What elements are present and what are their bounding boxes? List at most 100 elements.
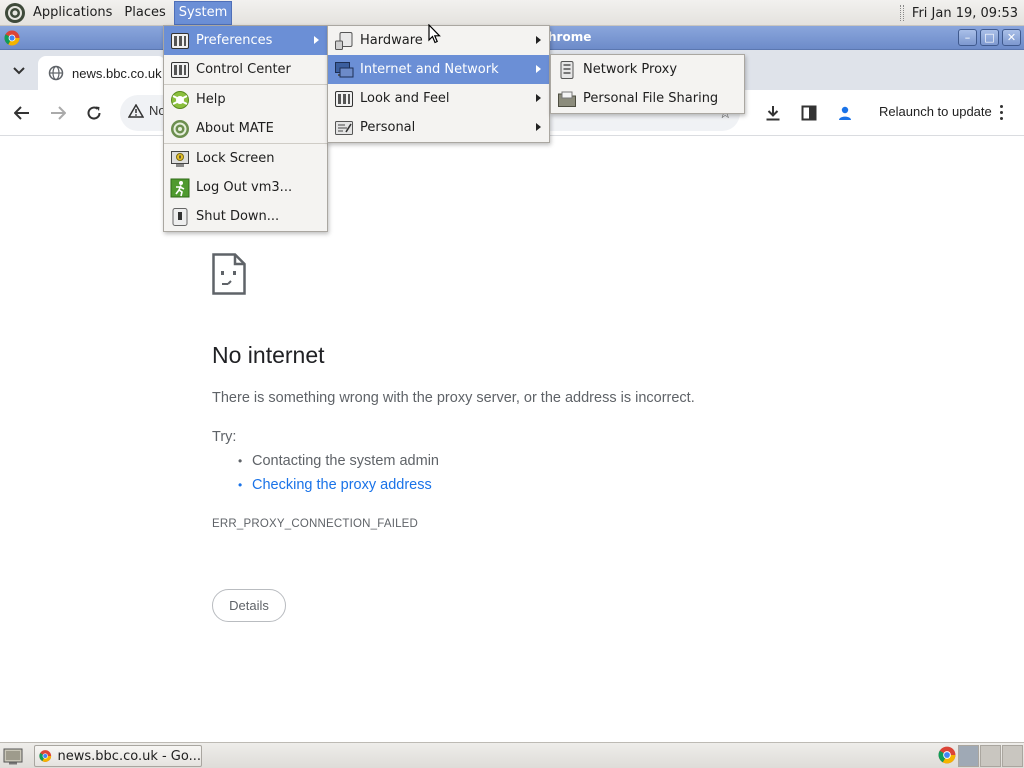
applications-menu[interactable]: Applications (29, 1, 116, 25)
submenu-arrow-icon (314, 36, 319, 44)
menu-item-help[interactable]: Help (164, 85, 327, 114)
submenu-arrow-icon (536, 65, 541, 73)
error-title: No internet (212, 342, 325, 368)
tray-chrome-icon[interactable] (938, 746, 956, 764)
menu-item-label: Control Center (196, 62, 291, 77)
minimize-button[interactable]: – (958, 29, 977, 46)
clock[interactable]: Fri Jan 19, 09:53 (912, 6, 1018, 21)
shut-down-icon (172, 208, 188, 226)
maximize-button[interactable]: □ (980, 29, 999, 46)
menu-item-label: About MATE (196, 121, 274, 136)
side-panel-button[interactable] (799, 103, 819, 123)
bottom-panel: news.bbc.co.uk - Go... (0, 742, 1024, 768)
warning-icon (128, 103, 144, 118)
submenu-arrow-icon (536, 123, 541, 131)
help-icon (171, 91, 189, 109)
workspace-1[interactable] (958, 745, 979, 767)
menu-item-label: Look and Feel (360, 91, 450, 106)
close-button[interactable]: ✕ (1002, 29, 1021, 46)
minimize-icon: – (964, 31, 971, 44)
window-title: hrome (548, 30, 592, 44)
submenu-arrow-icon (536, 94, 541, 102)
menu-item-look-and-feel[interactable]: Look and Feel (328, 84, 549, 113)
show-desktop-icon[interactable] (3, 747, 23, 765)
details-button[interactable]: Details (212, 589, 286, 622)
menu-item-label: Shut Down... (196, 209, 280, 224)
error-code: ERR_PROXY_CONNECTION_FAILED (212, 518, 419, 530)
error-description: There is something wrong with the proxy … (212, 390, 695, 406)
file-sharing-icon (558, 91, 576, 107)
menu-item-label: Log Out vm3... (196, 180, 293, 195)
menu-item-control-center[interactable]: Control Center (164, 55, 327, 84)
close-icon: ✕ (1006, 31, 1017, 44)
menu-item-label: Lock Screen (196, 151, 275, 166)
menu-item-label: Personal (360, 120, 416, 135)
workspace-2[interactable] (980, 745, 1001, 767)
mate-icon (171, 120, 189, 138)
workspace-3[interactable] (1002, 745, 1023, 767)
reload-icon (87, 106, 101, 120)
menu-item-shut-down[interactable]: Shut Down... (164, 202, 327, 231)
panel-drag-handle[interactable] (899, 5, 904, 21)
look-and-feel-icon (335, 91, 353, 107)
relaunch-to-update-button[interactable]: Relaunch to update (879, 104, 992, 119)
browser-tab[interactable]: news.bbc.co.uk (38, 56, 166, 90)
error-page: No internet There is something wrong wit… (0, 137, 1024, 742)
clock-area: Fri Jan 19, 09:53 (899, 0, 1018, 26)
system-menu[interactable]: System (173, 0, 233, 25)
side-panel-icon (801, 105, 817, 121)
menu-item-personal-file-sharing[interactable]: Personal File Sharing (551, 84, 744, 113)
menu-item-label: Personal File Sharing (583, 91, 719, 106)
back-button[interactable] (12, 103, 32, 123)
menu-item-log-out[interactable]: Log Out vm3... (164, 173, 327, 202)
tab-title: news.bbc.co.uk (72, 65, 162, 81)
sad-document-icon (212, 253, 246, 295)
submenu-arrow-icon (536, 36, 541, 44)
places-menu[interactable]: Places (120, 1, 169, 25)
taskbar-window-label: news.bbc.co.uk - Go... (57, 748, 201, 764)
top-panel: Applications Places System Fri Jan 19, 0… (0, 0, 1024, 26)
workspace-switcher (958, 745, 1023, 767)
chrome-icon (4, 30, 20, 46)
maximize-icon: □ (984, 31, 995, 44)
download-icon (766, 106, 780, 121)
menu-item-lock-screen[interactable]: Lock Screen (164, 144, 327, 173)
mouse-pointer-icon (428, 24, 441, 44)
reload-button[interactable] (84, 103, 104, 123)
chrome-icon (39, 750, 52, 762)
menu-item-about-mate[interactable]: About MATE (164, 114, 327, 143)
menu-item-label: Preferences (196, 33, 273, 48)
preferences-icon (171, 33, 189, 49)
menu-item-label: Help (196, 92, 226, 107)
suggestion-check-proxy-link[interactable]: Checking the proxy address (238, 477, 439, 501)
menu-item-label: Network Proxy (583, 62, 678, 77)
system-menu-dropdown: Preferences Control Center Help About MA… (163, 25, 328, 232)
suggestion-list: Contacting the system admin Checking the… (238, 453, 439, 501)
chevron-down-icon (13, 67, 25, 75)
menu-item-internet-and-network[interactable]: Internet and Network (328, 55, 549, 84)
mate-logo-icon[interactable] (5, 2, 25, 23)
taskbar-chrome-window[interactable]: news.bbc.co.uk - Go... (34, 745, 202, 767)
internet-network-submenu: Network Proxy Personal File Sharing (550, 54, 745, 114)
tab-search-button[interactable] (9, 61, 29, 81)
personal-icon (335, 121, 353, 135)
control-center-icon (171, 62, 189, 78)
menu-item-network-proxy[interactable]: Network Proxy (551, 55, 744, 84)
back-arrow-icon (14, 106, 29, 120)
forward-button[interactable] (48, 103, 68, 123)
globe-icon (48, 65, 64, 81)
menu-item-preferences[interactable]: Preferences (164, 26, 327, 55)
try-label: Try: (212, 429, 237, 445)
network-icon (335, 62, 354, 78)
log-out-icon (170, 178, 190, 198)
menu-item-label: Hardware (360, 33, 423, 48)
menu-item-label: Internet and Network (360, 62, 499, 77)
more-menu-icon[interactable] (994, 101, 1008, 123)
forward-arrow-icon (51, 106, 66, 120)
network-proxy-icon (560, 61, 574, 79)
profile-button[interactable] (835, 103, 855, 123)
downloads-button[interactable] (763, 103, 783, 123)
hardware-icon (335, 32, 353, 50)
suggestion-contact-admin: Contacting the system admin (238, 453, 439, 477)
menu-item-personal[interactable]: Personal (328, 113, 549, 142)
